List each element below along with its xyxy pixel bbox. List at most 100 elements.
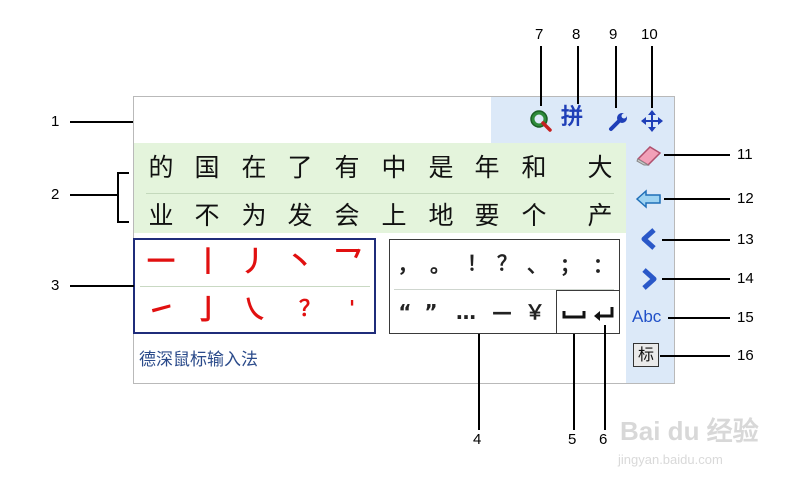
candidate-char[interactable]: 是	[421, 153, 461, 183]
candidate-char[interactable]: 有	[327, 153, 367, 183]
stroke-key[interactable]: 丨	[186, 242, 230, 282]
candidate-row-divider	[146, 193, 614, 194]
candidate-char[interactable]: 在	[234, 153, 274, 183]
stroke-row-divider	[140, 286, 370, 287]
globe-search-icon	[530, 110, 552, 132]
stroke-key[interactable]: ㇏	[232, 290, 276, 330]
move-handle[interactable]	[639, 108, 665, 134]
candidate-char[interactable]: 要	[467, 201, 507, 231]
punctuation-key[interactable]: ：	[588, 250, 618, 280]
punctuation-key[interactable]: —	[487, 297, 517, 327]
stroke-key[interactable]: '	[330, 288, 374, 328]
candidate-char[interactable]: 和	[514, 153, 554, 183]
candidate-char[interactable]: 发	[280, 201, 320, 231]
candidate-char[interactable]: 大	[580, 153, 620, 183]
callout-number: 6	[599, 431, 608, 448]
candidate-char[interactable]: 为	[234, 201, 274, 231]
chevron-right-icon	[642, 268, 657, 290]
punctuation-key[interactable]: …	[451, 297, 481, 327]
callout-number: 13	[737, 231, 754, 248]
callout-line-9	[615, 46, 617, 108]
callout-line-5	[573, 334, 575, 430]
callout-number: 9	[609, 26, 618, 43]
callout-number: 2	[51, 186, 60, 203]
watermark-logo: Bai du 经验	[620, 416, 759, 446]
callout-number: 10	[641, 26, 658, 43]
candidate-char[interactable]: 不	[187, 201, 227, 231]
space-key[interactable]	[561, 300, 587, 326]
search-button[interactable]	[528, 108, 552, 132]
callout-bracket-2-top	[117, 172, 129, 174]
callout-line-2	[70, 194, 117, 196]
callout-line-7	[540, 46, 542, 106]
punctuation-key[interactable]: 、	[522, 250, 552, 280]
next-page-button[interactable]	[638, 267, 660, 291]
callout-number: 7	[535, 26, 544, 43]
arrow-left-icon	[635, 189, 661, 209]
callout-line-12	[664, 198, 730, 200]
punctuation-mode-button[interactable]: 标	[633, 343, 659, 367]
settings-button[interactable]	[607, 110, 629, 132]
punctuation-key[interactable]: ，	[393, 250, 423, 280]
stroke-key[interactable]: 丶	[278, 242, 322, 282]
callout-number: 4	[473, 431, 482, 448]
candidate-char[interactable]: 年	[467, 153, 507, 183]
callout-number: 14	[737, 270, 754, 287]
candidate-char[interactable]: 了	[280, 153, 320, 183]
watermark-url: jingyan.baidu.com	[618, 452, 723, 467]
candidate-char[interactable]: 国	[187, 153, 227, 183]
callout-bracket-2-bottom	[117, 221, 129, 223]
stroke-key[interactable]: 亅	[186, 290, 230, 330]
stroke-key[interactable]: 丿	[232, 242, 276, 282]
callout-line-8	[577, 46, 579, 104]
move-arrows-icon	[641, 110, 663, 132]
punctuation-key[interactable]: ”	[416, 297, 446, 327]
candidate-char[interactable]: 上	[374, 201, 414, 231]
callout-number: 8	[572, 26, 581, 43]
brand-label: 德深鼠标输入法	[139, 350, 258, 370]
callout-line-6	[604, 325, 606, 430]
stroke-key[interactable]: ？	[288, 290, 332, 330]
candidate-char[interactable]: 会	[327, 201, 367, 231]
callout-line-1	[70, 121, 133, 123]
callout-bracket-2	[117, 172, 119, 222]
stroke-key[interactable]: ㇀	[139, 290, 183, 330]
punctuation-key[interactable]: ！	[462, 248, 492, 278]
pinyin-mode-button[interactable]: 拼	[561, 104, 583, 132]
punctuation-key[interactable]: ；	[555, 250, 585, 280]
stroke-key[interactable]: 乛	[326, 242, 370, 282]
candidate-char[interactable]: 产	[580, 201, 620, 231]
callout-number: 1	[51, 113, 60, 130]
candidate-char[interactable]: 中	[374, 153, 414, 183]
callout-line-14	[662, 278, 730, 280]
candidate-char[interactable]: 业	[141, 201, 181, 231]
callout-number: 12	[737, 190, 754, 207]
candidate-char[interactable]: 地	[421, 201, 461, 231]
prev-page-button[interactable]	[638, 227, 660, 251]
callout-number: 15	[737, 309, 754, 326]
callout-line-4	[478, 334, 480, 430]
callout-number: 11	[737, 146, 753, 163]
punctuation-key[interactable]: ？	[492, 248, 522, 278]
callout-line-16	[660, 355, 730, 357]
callout-number: 16	[737, 347, 754, 364]
callout-line-13	[662, 239, 730, 241]
clear-button[interactable]	[634, 143, 664, 167]
eraser-icon	[636, 146, 662, 166]
stroke-key[interactable]: 一	[139, 242, 183, 282]
callout-number: 5	[568, 431, 577, 448]
callout-line-3	[70, 285, 134, 287]
candidate-char[interactable]: 个	[514, 201, 554, 231]
callout-number: 3	[51, 277, 60, 294]
wrench-icon	[609, 113, 627, 131]
punctuation-key[interactable]: 。	[425, 250, 455, 280]
space-icon	[562, 311, 586, 319]
callout-line-10	[651, 46, 653, 108]
punctuation-key[interactable]: ￥	[520, 297, 550, 327]
candidate-char[interactable]: 的	[141, 153, 181, 183]
english-mode-button[interactable]: Abc	[632, 307, 661, 327]
callout-line-11	[664, 154, 730, 156]
backspace-button[interactable]	[634, 188, 664, 210]
enter-key[interactable]	[591, 300, 617, 326]
enter-icon	[594, 307, 614, 321]
